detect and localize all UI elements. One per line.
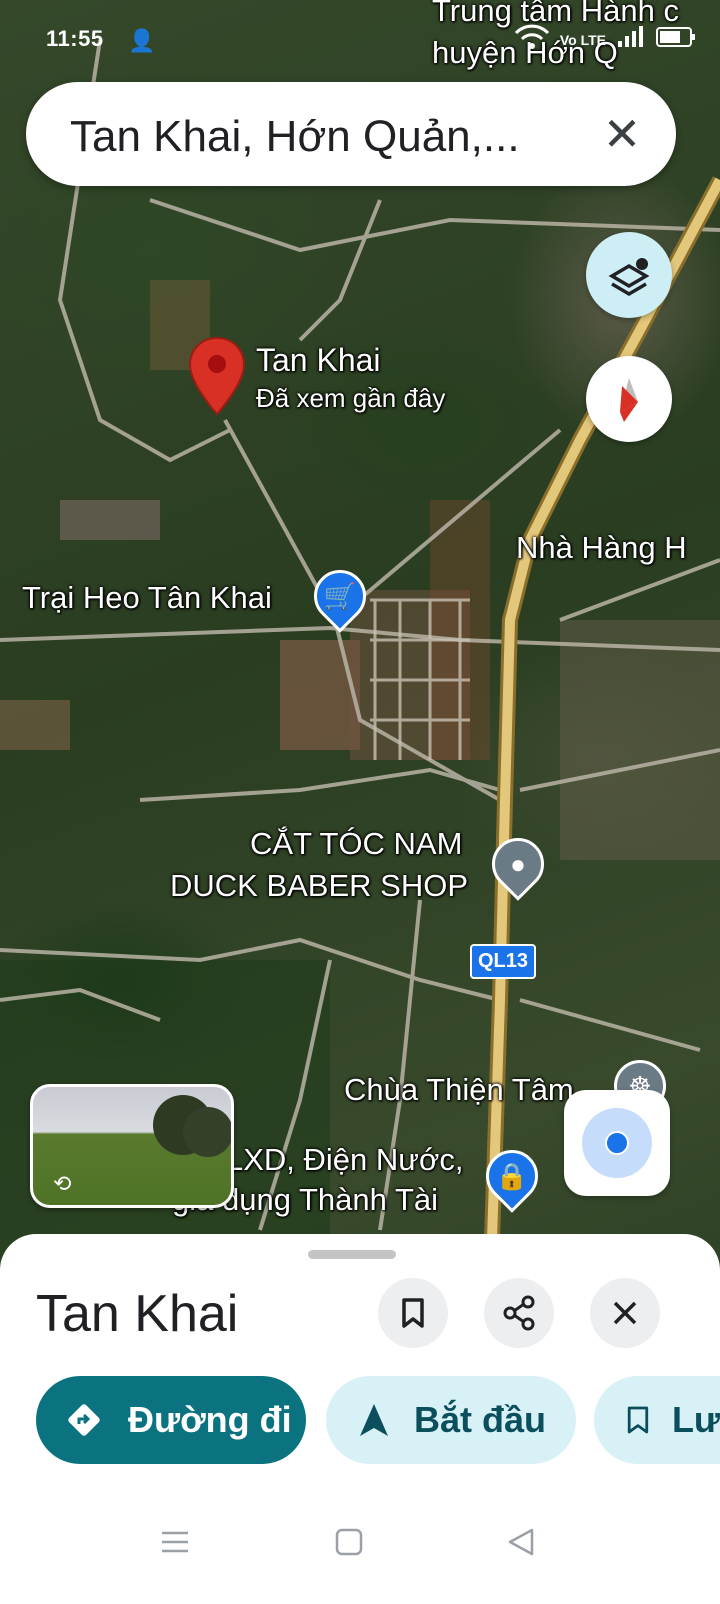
map-label-store-line1[interactable]: LXD, Điện Nước,: [226, 1142, 463, 1178]
navigation-arrow-icon: [360, 1404, 388, 1436]
search-bar[interactable]: Tan Khai, Hớn Quản,... ✕: [26, 82, 676, 186]
signal-icon: [616, 25, 646, 54]
home-icon[interactable]: [334, 1524, 364, 1566]
directions-icon: [68, 1404, 100, 1436]
network-label: Vo LTE: [559, 31, 606, 48]
layers-button[interactable]: [586, 232, 672, 318]
bookmark-icon: [627, 1406, 649, 1434]
save-chip-button[interactable]: Lư: [594, 1376, 720, 1464]
menu-icon[interactable]: [160, 1524, 190, 1566]
directions-button[interactable]: Đường đi: [36, 1376, 306, 1464]
my-location-button[interactable]: [564, 1090, 670, 1196]
bookmark-icon: [402, 1298, 424, 1328]
map-pin-icon: [188, 336, 246, 416]
close-icon[interactable]: ✕: [598, 110, 646, 158]
rotate-360-icon: ⟲: [53, 1171, 72, 1196]
map-label-barber-line1[interactable]: CẮT TÓC NAM: [250, 826, 462, 862]
directions-label: Đường đi: [128, 1399, 292, 1440]
map-label-pig-farm[interactable]: Trại Heo Tân Khai: [22, 580, 272, 616]
road-badge: QL13: [470, 944, 537, 979]
save-chip-label: Lư: [671, 1399, 720, 1440]
person-add-icon: 👤: [128, 28, 156, 53]
selected-place-subtitle: Đã xem gần đây: [256, 383, 446, 413]
search-query[interactable]: Tan Khai, Hớn Quản,...: [70, 112, 520, 162]
street-view-thumbnail[interactable]: ⟲: [30, 1084, 234, 1208]
compass-icon: [620, 378, 638, 422]
wifi-icon: [514, 24, 550, 55]
status-bar: 11:55 👤 Vo LTE: [0, 0, 720, 80]
status-time: 11:55: [46, 26, 104, 51]
close-icon: [613, 1301, 637, 1325]
back-icon[interactable]: [506, 1524, 536, 1566]
share-icon: [503, 1295, 535, 1331]
layers-icon: [608, 258, 650, 297]
system-nav-bar: [0, 1504, 720, 1584]
share-button[interactable]: [484, 1278, 554, 1348]
close-sheet-button[interactable]: [590, 1278, 660, 1348]
save-button[interactable]: [378, 1278, 448, 1348]
map-label-temple[interactable]: Chùa Thiện Tâm: [344, 1072, 574, 1108]
drag-handle[interactable]: [308, 1250, 396, 1259]
place-bottom-sheet[interactable]: Tan Khai Đường đi Bắt đầu Lư: [0, 1234, 720, 1604]
map-label-barber-line2[interactable]: DUCK BABER SHOP: [170, 868, 468, 904]
battery-icon: [656, 26, 696, 53]
selected-place-name[interactable]: Tan Khai: [256, 342, 381, 379]
compass-button[interactable]: [586, 356, 672, 442]
my-location-icon: [582, 1108, 652, 1178]
tree-silhouette: [183, 1107, 231, 1157]
map-label-restaurant[interactable]: Nhà Hàng H: [516, 530, 687, 566]
selected-place-pin[interactable]: [188, 336, 246, 416]
start-label: Bắt đầu: [414, 1399, 547, 1440]
place-title: Tan Khai: [36, 1285, 239, 1343]
start-button[interactable]: Bắt đầu: [326, 1376, 576, 1464]
